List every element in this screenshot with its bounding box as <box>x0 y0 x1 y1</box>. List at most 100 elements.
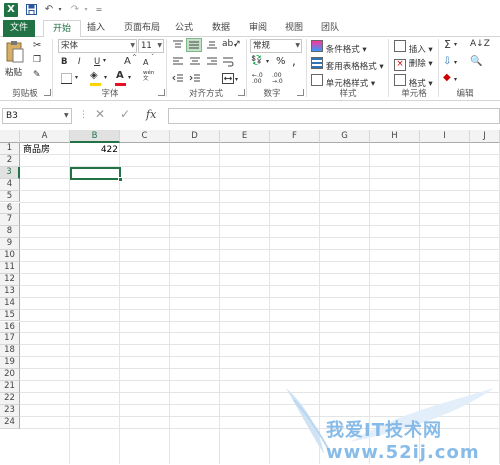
underline-dropdown-icon[interactable]: ▾ <box>103 57 106 64</box>
decrease-indent-icon[interactable] <box>172 73 184 87</box>
tab-insert[interactable]: 插入 <box>84 20 108 37</box>
row-header-19[interactable]: 19 <box>0 357 20 370</box>
row-header-13[interactable]: 13 <box>0 285 20 298</box>
autosum-dropdown-icon[interactable]: ▾ <box>454 41 457 48</box>
tab-view[interactable]: 视图 <box>282 20 306 37</box>
enter-icon[interactable]: ✓ <box>120 107 130 121</box>
column-header-g[interactable]: G <box>320 130 370 143</box>
increase-decimal-icon[interactable]: ←.0.00 <box>252 73 263 85</box>
row-header-15[interactable]: 15 <box>0 309 20 322</box>
align-middle-icon[interactable] <box>186 38 202 52</box>
column-header-b[interactable]: B <box>70 130 120 143</box>
name-box-dropdown-icon[interactable]: ▼ <box>64 112 69 119</box>
row-header-22[interactable]: 22 <box>0 392 20 405</box>
fill-color-dropdown-icon[interactable]: ▾ <box>104 74 107 81</box>
font-name-select[interactable]: 宋体 ▼ <box>58 39 137 53</box>
fill-handle[interactable] <box>118 177 123 182</box>
row-header-17[interactable]: 17 <box>0 333 20 346</box>
fill-dropdown-icon[interactable]: ▾ <box>454 59 457 66</box>
cell-a1[interactable]: 商品房 <box>23 145 50 156</box>
comma-button[interactable]: , <box>292 54 296 68</box>
decrease-decimal-icon[interactable]: .00 →.0 <box>272 73 283 85</box>
column-header-h[interactable]: H <box>370 130 420 143</box>
column-header-d[interactable]: D <box>170 130 220 143</box>
font-color-button[interactable]: A <box>116 70 124 81</box>
column-header-f[interactable]: F <box>270 130 320 143</box>
row-header-18[interactable]: 18 <box>0 345 20 358</box>
redo-dropdown-icon[interactable]: ▾ <box>82 2 90 17</box>
tab-formulas[interactable]: 公式 <box>172 20 196 37</box>
fill-down-icon[interactable]: ⇩ <box>443 56 451 67</box>
format-as-table-button[interactable]: 套用表格格式 ▾ <box>311 57 384 72</box>
tab-team[interactable]: 团队 <box>318 20 342 37</box>
bold-button[interactable]: B <box>61 57 67 67</box>
format-painter-icon[interactable]: ✎ <box>33 70 41 80</box>
column-header-i[interactable]: I <box>420 130 470 143</box>
shrink-font-button[interactable]: A <box>143 58 148 67</box>
row-header-1[interactable]: 1 <box>0 143 20 155</box>
clear-icon[interactable]: ◆ <box>443 72 451 83</box>
orientation-icon[interactable]: ab↗ <box>222 39 241 49</box>
orientation-dropdown-icon[interactable]: ▾ <box>234 42 237 49</box>
fill-color-icon[interactable]: ◈ <box>90 70 98 81</box>
find-select-icon[interactable]: 🔍 <box>470 56 482 67</box>
increase-indent-icon[interactable] <box>189 73 201 87</box>
formula-input[interactable] <box>168 108 500 124</box>
row-header-5[interactable]: 5 <box>0 190 20 203</box>
column-header-e[interactable]: E <box>220 130 270 143</box>
copy-icon[interactable]: ❐ <box>33 55 41 65</box>
tab-data[interactable]: 数据 <box>209 20 233 37</box>
column-header-a[interactable]: A <box>20 130 70 143</box>
redo-icon[interactable]: ↷ <box>68 2 82 17</box>
underline-button[interactable]: U <box>94 57 100 67</box>
tab-page-layout[interactable]: 页面布局 <box>118 20 166 37</box>
row-header-20[interactable]: 20 <box>0 369 20 381</box>
row-header-3[interactable]: 3 <box>0 166 20 179</box>
conditional-format-button[interactable]: 条件格式 ▾ <box>311 40 367 55</box>
row-header-11[interactable]: 11 <box>0 262 20 274</box>
clipboard-launcher-icon[interactable] <box>44 89 51 96</box>
currency-dropdown-icon[interactable]: ▾ <box>266 58 269 65</box>
font-size-select[interactable]: 11 ▼ <box>138 39 164 53</box>
phonetic-guide-button[interactable]: wén 文 <box>143 70 154 82</box>
row-header-9[interactable]: 9 <box>0 238 20 251</box>
wrap-text-icon[interactable] <box>222 56 234 70</box>
row-header-14[interactable]: 14 <box>0 297 20 310</box>
row-header-6[interactable]: 6 <box>0 202 20 215</box>
delete-cells-button[interactable]: × 删除 ▾ <box>394 57 433 71</box>
cell-b1[interactable]: 422 <box>71 145 118 156</box>
insert-cells-button[interactable]: 插入 ▾ <box>394 40 433 55</box>
paste-button[interactable]: 粘贴 <box>5 66 29 78</box>
row-header-16[interactable]: 16 <box>0 321 20 334</box>
undo-dropdown-icon[interactable]: ▾ <box>56 2 64 17</box>
number-format-select[interactable]: 常规 ▼ <box>250 39 302 53</box>
tab-file[interactable]: 文件 <box>3 20 35 37</box>
alignment-launcher-icon[interactable] <box>238 89 245 96</box>
name-box[interactable]: B3 <box>2 108 72 124</box>
currency-format-icon[interactable]: 💱 <box>251 56 262 66</box>
row-header-10[interactable]: 10 <box>0 250 20 262</box>
grow-font-button[interactable]: A <box>124 56 131 67</box>
font-launcher-icon[interactable] <box>158 89 165 96</box>
row-header-23[interactable]: 23 <box>0 404 20 417</box>
merge-center-icon[interactable] <box>222 73 234 87</box>
cut-icon[interactable]: ✂ <box>33 40 41 51</box>
row-header-12[interactable]: 12 <box>0 273 20 286</box>
italic-button[interactable]: I <box>78 57 81 67</box>
row-header-21[interactable]: 21 <box>0 381 20 393</box>
row-header-4[interactable]: 4 <box>0 178 20 191</box>
align-right-icon[interactable] <box>206 56 218 70</box>
merge-dropdown-icon[interactable]: ▾ <box>235 76 238 83</box>
clear-dropdown-icon[interactable]: ▾ <box>454 76 457 83</box>
column-header-j[interactable]: J <box>470 130 500 143</box>
column-header-c[interactable]: C <box>120 130 170 143</box>
borders-dropdown-icon[interactable]: ▾ <box>75 74 78 81</box>
number-launcher-icon[interactable] <box>297 89 304 96</box>
selected-cell-b3[interactable] <box>70 167 121 180</box>
insert-function-button[interactable]: fx <box>146 108 156 121</box>
font-color-dropdown-icon[interactable]: ▾ <box>128 74 131 81</box>
undo-icon[interactable]: ↶ <box>42 2 56 17</box>
sort-filter-icon[interactable]: A↓Z <box>470 39 490 49</box>
row-header-8[interactable]: 8 <box>0 226 20 239</box>
align-center-icon[interactable] <box>189 56 201 70</box>
